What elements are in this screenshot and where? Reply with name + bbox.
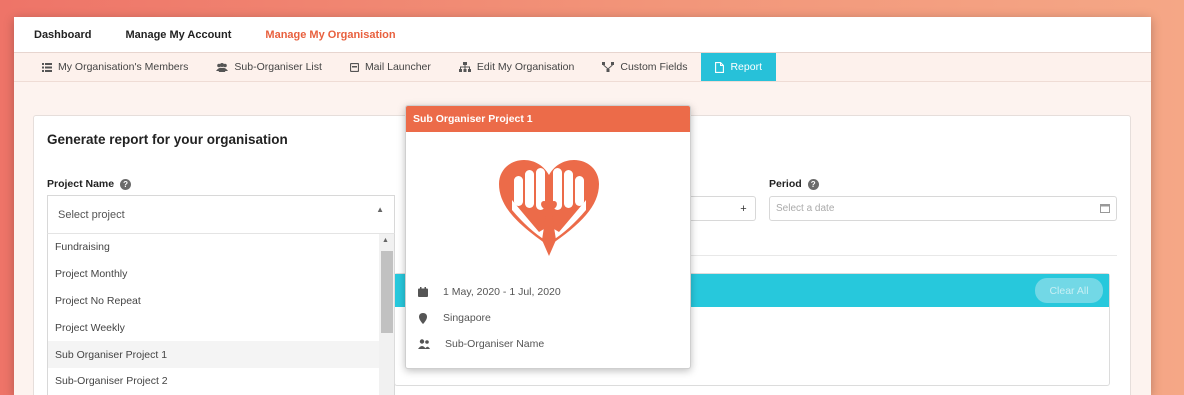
users-icon [216, 62, 229, 72]
tab-label: Edit My Organisation [476, 61, 575, 73]
dropdown-option[interactable]: Project Weekly [48, 314, 379, 341]
dropdown-option[interactable]: Project Monthly [48, 261, 379, 288]
tab-label: Sub-Organiser List [234, 61, 322, 73]
calendar-icon [1100, 204, 1110, 213]
location-pin-icon [419, 312, 427, 324]
nav-dashboard[interactable]: Dashboard [34, 29, 91, 41]
date-placeholder: Select a date [776, 203, 835, 214]
users-icon [418, 339, 430, 349]
period-label-text: Period [769, 178, 802, 190]
help-icon[interactable]: ? [120, 178, 132, 190]
popup-location-row: Singapore [418, 312, 491, 324]
nav-manage-my-organisation[interactable]: Manage My Organisation [265, 29, 395, 41]
popup-date-range: 1 May, 2020 - 1 Jul, 2020 [443, 286, 561, 298]
dropdown-option-highlighted[interactable]: Sub Organiser Project 1 [48, 341, 379, 368]
tab-label: My Organisation's Members [58, 61, 189, 73]
file-icon [715, 61, 725, 73]
divider [690, 255, 1117, 256]
clear-all-button[interactable]: Clear All [1035, 278, 1103, 303]
calendar-icon [418, 287, 428, 297]
popup-organiser-row: Sub-Organiser Name [418, 338, 544, 350]
period-label: Period ? [769, 178, 819, 190]
project-name-label: Project Name ? [47, 178, 132, 190]
mail-icon [349, 62, 359, 72]
top-navigation: Dashboard Manage My Account Manage My Or… [14, 17, 1151, 53]
tab-custom-fields[interactable]: Custom Fields [588, 53, 701, 81]
sitemap-icon [458, 62, 471, 72]
help-icon[interactable]: ? [807, 178, 819, 190]
project-select[interactable]: Select project ▲ [47, 195, 395, 233]
fields-icon [602, 62, 615, 72]
popup-location: Singapore [443, 312, 491, 324]
dropdown-option[interactable]: Sub-Organiser Project 2 [48, 368, 379, 395]
tab-members[interactable]: My Organisation's Members [28, 53, 202, 81]
sub-navigation: My Organisation's Members Sub-Organiser … [14, 53, 1151, 82]
tab-mail-launcher[interactable]: Mail Launcher [336, 53, 445, 81]
tab-label: Report [730, 61, 762, 73]
popup-organiser-name: Sub-Organiser Name [445, 338, 545, 350]
project-name-label-text: Project Name [47, 178, 115, 190]
dropdown-option[interactable]: Fundraising [48, 234, 379, 261]
project-preview-popup: Sub Organiser Project 1 1 May, 2020 - 1 … [405, 105, 691, 369]
tab-label: Mail Launcher [364, 61, 431, 73]
tab-report[interactable]: Report [701, 53, 776, 81]
project-select-placeholder: Select project [58, 208, 125, 221]
caret-up-icon: ▲ [376, 205, 384, 214]
project-dropdown-list: Fundraising Project Monthly Project No R… [47, 233, 395, 395]
tab-sub-organiser-list[interactable]: Sub-Organiser List [202, 53, 336, 81]
popup-title: Sub Organiser Project 1 [406, 106, 690, 132]
tab-label: Custom Fields [620, 61, 688, 73]
app-window: Dashboard Manage My Account Manage My Or… [14, 17, 1151, 395]
dropdown-option[interactable]: Project No Repeat [48, 288, 379, 315]
scroll-up-icon[interactable]: ▲ [382, 237, 389, 244]
nav-manage-my-account[interactable]: Manage My Account [125, 29, 231, 41]
heart-hands-logo [499, 160, 599, 256]
tab-edit-my-organisation[interactable]: Edit My Organisation [445, 53, 588, 81]
list-icon [42, 62, 52, 72]
increment-button[interactable]: + [732, 196, 756, 221]
scrollbar-thumb[interactable] [381, 251, 393, 333]
popup-date-row: 1 May, 2020 - 1 Jul, 2020 [418, 286, 561, 298]
card-title: Generate report for your organisation [47, 132, 288, 147]
number-input[interactable] [690, 196, 732, 221]
period-date-input[interactable]: Select a date [769, 196, 1117, 221]
dropdown-scrollbar[interactable]: ▲ [379, 234, 394, 395]
